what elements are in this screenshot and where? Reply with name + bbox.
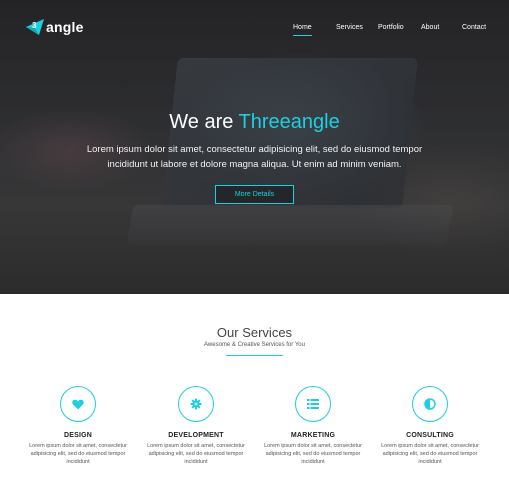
service-consulting: CONSULTING Lorem ipsum dolor sit amet, c… [375, 386, 485, 466]
nav-item-about[interactable]: About [421, 24, 439, 31]
hero-title: We are Threeangle [0, 111, 509, 134]
service-text: Lorem ipsum dolor sit amet, consectetur … [29, 443, 127, 465]
service-text: Lorem ipsum dolor sit amet, consectetur … [147, 443, 245, 465]
service-name: CONSULTING [406, 432, 454, 439]
gear-icon [178, 386, 214, 422]
more-details-button[interactable]: More Details [215, 185, 294, 204]
services-title: Our Services [216, 325, 293, 340]
main-nav: Home Services Portfolio About Contact [0, 24, 509, 44]
service-development: DEVELOPMENT Lorem ipsum dolor sit amet, … [141, 386, 251, 466]
nav-item-home[interactable]: Home [293, 24, 312, 36]
service-text: Lorem ipsum dolor sit amet, consectetur … [264, 443, 362, 465]
nav-item-contact[interactable]: Contact [462, 24, 486, 31]
services-subtitle: Awesome & Creative Services for You [204, 342, 305, 348]
contrast-icon [412, 386, 448, 422]
service-name: DEVELOPMENT [168, 432, 224, 439]
hero-section: 3 angle Home Services Portfolio About Co… [0, 0, 509, 294]
service-design: DESIGN Lorem ipsum dolor sit amet, conse… [23, 386, 133, 466]
service-text: Lorem ipsum dolor sit amet, consectetur … [381, 443, 479, 465]
list-icon [295, 386, 331, 422]
service-name: MARKETING [290, 432, 336, 439]
hero-title-accent: Threeangle [238, 111, 340, 133]
heart-icon [60, 386, 96, 422]
services-divider [226, 355, 283, 356]
nav-item-portfolio[interactable]: Portfolio [378, 24, 404, 31]
service-name: DESIGN [63, 432, 93, 439]
hero-title-prefix: We are [169, 111, 239, 133]
hero-description: Lorem ipsum dolor sit amet, consectetur … [86, 144, 423, 170]
nav-item-services[interactable]: Services [336, 24, 363, 31]
service-marketing: MARKETING Lorem ipsum dolor sit amet, co… [258, 386, 368, 466]
